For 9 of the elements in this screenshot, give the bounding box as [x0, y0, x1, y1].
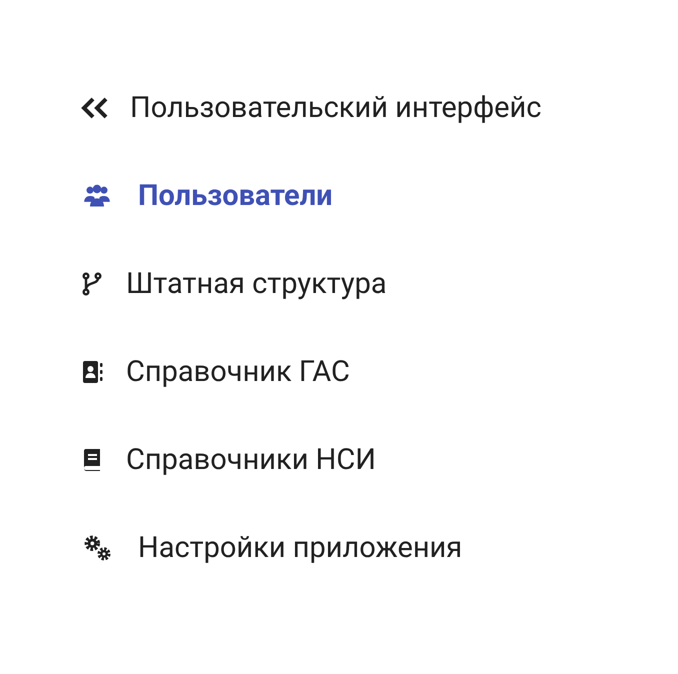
double-chevron-left-icon	[80, 96, 110, 120]
contact-book-icon	[80, 358, 104, 386]
collapse-button[interactable]: Пользовательский интерфейс	[80, 86, 678, 130]
menu-item[interactable]: Пользователи	[80, 174, 678, 218]
menu-item[interactable]: Справочник ГАС	[80, 350, 678, 394]
menu-item[interactable]: Настройки приложения	[80, 526, 678, 570]
menu-item[interactable]: Справочники НСИ	[80, 438, 678, 482]
branch-icon	[80, 270, 104, 298]
menu-item[interactable]: Штатная структура	[80, 262, 678, 306]
